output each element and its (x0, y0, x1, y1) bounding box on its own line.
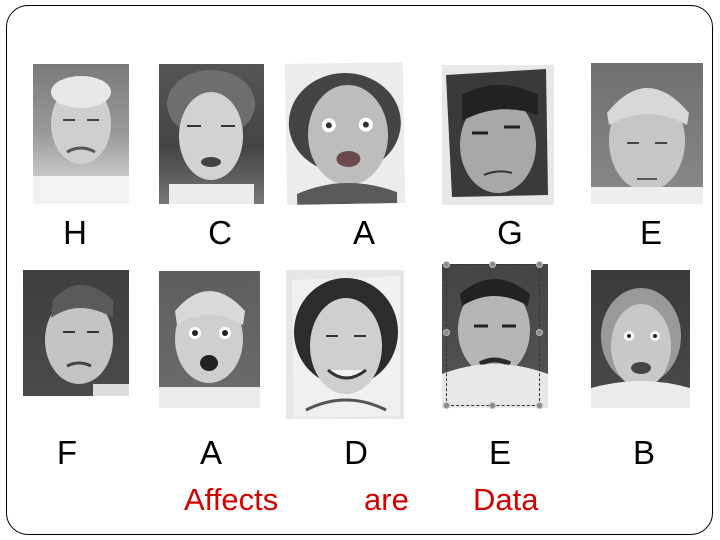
caption-word-data: Data (473, 482, 539, 517)
face-photo-b[interactable] (591, 270, 690, 408)
letter-label: A (352, 214, 375, 251)
letter-label: F (56, 434, 78, 471)
face-photo-c[interactable] (159, 64, 264, 204)
face-photo-h[interactable] (33, 64, 129, 204)
letter-label: D (344, 434, 368, 471)
resize-handle[interactable] (489, 261, 496, 268)
resize-handle[interactable] (443, 402, 450, 409)
resize-handle[interactable] (443, 261, 450, 268)
letter-label: H (63, 214, 87, 251)
face-photo-f[interactable] (23, 270, 129, 396)
caption-word-affects: Affects (184, 482, 279, 517)
letter-label: A (199, 434, 222, 471)
letter-label: E (639, 214, 662, 251)
selection-box[interactable] (446, 264, 540, 406)
face-photo-a-bottom[interactable] (159, 271, 260, 408)
caption-word-are: are (364, 482, 409, 517)
face-photo-e-top[interactable] (591, 63, 703, 204)
resize-handle[interactable] (489, 402, 496, 409)
letter-label: C (208, 214, 232, 251)
resize-handle[interactable] (536, 402, 543, 409)
resize-handle[interactable] (536, 329, 543, 336)
face-photo-a-top[interactable] (284, 61, 406, 206)
resize-handle[interactable] (443, 329, 450, 336)
letter-label: G (497, 214, 523, 251)
letter-label: B (632, 434, 655, 471)
face-photo-g[interactable] (442, 65, 554, 205)
resize-handle[interactable] (536, 261, 543, 268)
letter-label: E (488, 434, 511, 471)
face-photo-d[interactable] (286, 270, 404, 419)
